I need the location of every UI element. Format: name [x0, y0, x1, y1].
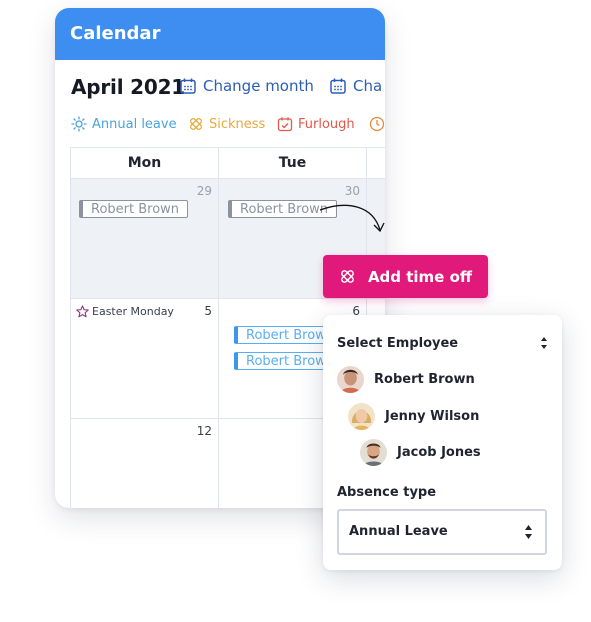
employee-name: Robert Brown — [374, 372, 475, 387]
day-number: 12 — [196, 424, 212, 438]
day-cell-29[interactable]: 29 Robert Brown — [71, 179, 219, 299]
bandage-icon — [190, 118, 202, 130]
change-view-label: Cha — [353, 77, 383, 95]
day-header-tue: Tue — [219, 148, 367, 179]
calendar-icon — [180, 78, 196, 94]
day-header-wed — [367, 148, 385, 179]
day-header-mon: Mon — [71, 148, 219, 179]
change-month-label: Change month — [203, 77, 314, 95]
legend-label: Furlough — [298, 116, 355, 132]
calendar-title: Calendar — [55, 8, 385, 60]
employee-option[interactable]: Jacob Jones — [360, 439, 481, 466]
avatar — [348, 403, 375, 430]
employee-name: Jenny Wilson — [385, 409, 480, 424]
legend-label: Annual leave — [92, 116, 177, 132]
absence-legend: Annual leave Sickness Furlough — [71, 116, 385, 136]
avatar — [360, 439, 387, 466]
clock-icon — [369, 116, 385, 132]
calendar-icon — [330, 78, 346, 94]
month-title: April 2021 — [71, 75, 185, 99]
bandage-icon — [341, 270, 354, 283]
sort-arrows-icon[interactable] — [540, 336, 548, 350]
holiday-label: Easter Monday — [76, 305, 174, 318]
star-icon — [76, 305, 89, 318]
employee-name: Jacob Jones — [397, 445, 481, 460]
day-number: 5 — [204, 304, 212, 318]
absence-type-value: Annual Leave — [349, 524, 448, 539]
absence-type-select[interactable]: Annual Leave — [337, 509, 547, 555]
add-time-off-panel: Select Employee Robert Brown Jenny Wilso… — [323, 315, 562, 570]
legend-label: Sickness — [209, 116, 266, 132]
change-view-button[interactable]: Cha — [329, 77, 382, 95]
add-time-off-label: Add time off — [367, 267, 473, 286]
calendar-check-icon — [277, 117, 293, 132]
legend-annual-leave: Annual leave — [71, 116, 177, 132]
day-cell-5[interactable]: Easter Monday 5 — [71, 299, 219, 419]
absence-type-label: Absence type — [337, 485, 437, 500]
month-toolbar: April 2021 Change month Cha — [71, 74, 385, 102]
employee-option[interactable]: Jenny Wilson — [348, 403, 479, 430]
day-cell-12[interactable]: 12 — [71, 419, 219, 508]
change-month-button[interactable]: Change month — [179, 77, 314, 95]
holiday-name: Easter Monday — [92, 305, 174, 318]
add-time-off-button[interactable]: Add time off — [323, 255, 488, 298]
absence-chip[interactable]: Robert Brown — [79, 200, 188, 218]
day-number: 29 — [196, 184, 212, 198]
select-employee-label: Select Employee — [337, 336, 459, 351]
avatar — [337, 366, 364, 393]
legend-more — [369, 116, 385, 132]
sort-arrows-icon — [525, 525, 532, 539]
sun-icon — [71, 116, 87, 132]
employee-option[interactable]: Robert Brown — [337, 366, 475, 393]
legend-furlough: Furlough — [277, 116, 355, 132]
legend-sickness: Sickness — [188, 116, 265, 132]
day-number: 30 — [344, 184, 360, 198]
curved-arrow-icon — [319, 204, 385, 233]
